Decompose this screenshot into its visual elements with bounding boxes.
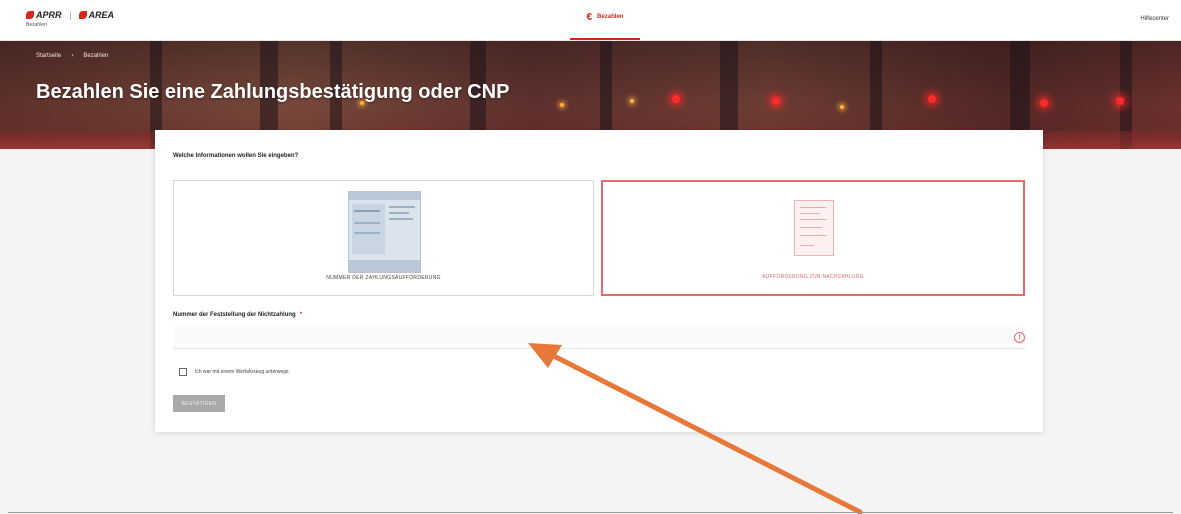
logo-group[interactable]: APRR AREA Bezahlen (26, 10, 114, 28)
option-payment-reminder[interactable]: AUFFORDERUNG ZUR NACHZAHLUNG (601, 180, 1025, 296)
checkbox-label: Ich war mit einem Werfahrzeug unterwegs. (195, 369, 290, 375)
breadcrumb-home[interactable]: Startseite (36, 53, 61, 59)
payment-form-card: Welche Informationen wollen Sie eingeben… (155, 130, 1043, 432)
nav-tab-pay-label: Bezahlen (597, 14, 624, 20)
required-marker: * (299, 312, 303, 318)
page-title: Bezahlen Sie eine Zahlungsbestätigung od… (36, 81, 510, 103)
red-toll-light (772, 97, 780, 105)
vehicle-checkbox-row[interactable]: Ich war mit einem Werfahrzeug unterwegs. (179, 368, 290, 376)
field-wrapper: ! (173, 327, 1025, 349)
red-toll-light (928, 95, 936, 103)
field-label: Nummer der Feststellung der Nichtzahlung… (173, 312, 302, 318)
aprr-logo-icon (26, 11, 34, 19)
non-payment-number-input[interactable] (173, 327, 1025, 349)
logo-row: APRR AREA (26, 10, 114, 20)
nav-tab-pay[interactable]: € Bezahlen (570, 12, 640, 40)
confirm-button[interactable]: BESTÄTIGEN (173, 395, 225, 412)
option-label: NUMMER DER ZAHLUNGSAUFFORDERUNG (326, 275, 441, 281)
page-bottom-edge (8, 512, 1173, 513)
error-icon: ! (1014, 332, 1025, 343)
option-payment-request-number[interactable]: NUMMER DER ZAHLUNGSAUFFORDERUNG (173, 180, 594, 296)
breadcrumb: Startseite › Bezahlen (36, 53, 108, 59)
breadcrumb-current: Bezahlen (83, 53, 109, 59)
field-label-text: Nummer der Feststellung der Nichtzahlung (173, 312, 296, 318)
amber-light (560, 103, 564, 107)
amber-light (630, 99, 634, 103)
aprr-logo-text: APRR (36, 10, 62, 20)
red-toll-light (1040, 99, 1048, 107)
payment-document-illustration-icon (348, 191, 421, 273)
option-label: AUFFORDERUNG ZUR NACHZAHLUNG (762, 274, 864, 280)
logo-subtitle: Bezahlen (26, 22, 47, 28)
area-logo: AREA (78, 10, 115, 20)
red-toll-light (672, 95, 680, 103)
question-heading: Welche Informationen wollen Sie eingeben… (173, 153, 299, 159)
logo-divider (69, 10, 71, 20)
red-toll-light (1116, 97, 1124, 105)
aprr-logo: APRR (26, 10, 62, 20)
amber-light (840, 105, 844, 109)
top-header: APRR AREA Bezahlen € Bezahlen Hilfecente… (0, 0, 1181, 41)
payment-notice-illustration-icon (794, 200, 834, 256)
vehicle-checkbox[interactable] (179, 368, 187, 376)
area-logo-text: AREA (88, 10, 115, 20)
help-center-link[interactable]: Hilfecenter (1140, 16, 1169, 22)
area-logo-icon (78, 11, 87, 19)
euro-icon: € (586, 12, 593, 23)
chevron-right-icon: › (71, 53, 74, 59)
